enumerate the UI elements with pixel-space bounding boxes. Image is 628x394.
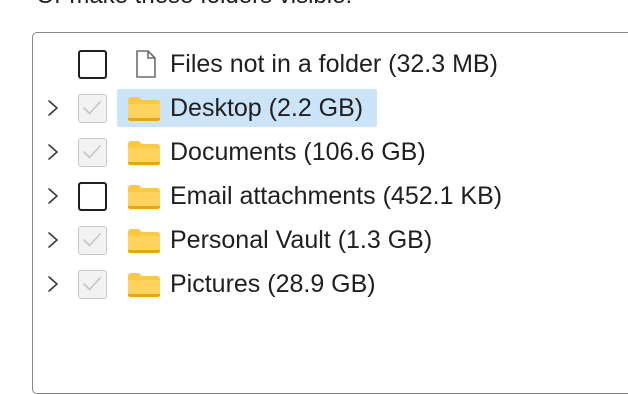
folder-icon bbox=[128, 97, 160, 121]
chevron-right-icon[interactable] bbox=[45, 230, 61, 250]
tree-item-desktop[interactable]: Desktop (2.2 GB) bbox=[33, 88, 628, 128]
folder-icon bbox=[128, 141, 160, 165]
tree-item-personal-vault[interactable]: Personal Vault (1.3 GB) bbox=[33, 220, 628, 260]
checkbox-documents[interactable] bbox=[78, 138, 107, 167]
checkbox-files-not-in-folder[interactable] bbox=[78, 50, 107, 79]
tree-item-label-box: Personal Vault (1.3 GB) bbox=[117, 221, 446, 259]
tree-item-files-not-in-folder[interactable]: Files not in a folder (32.3 MB) bbox=[33, 44, 628, 84]
section-header-text: Or make these folders visible: bbox=[36, 0, 352, 10]
tree-item-label: Pictures (28.9 GB) bbox=[170, 269, 376, 298]
tree-item-label: Email attachments (452.1 KB) bbox=[170, 181, 503, 210]
folder-icon bbox=[128, 185, 160, 209]
checkmark-icon bbox=[83, 101, 101, 115]
tree-item-label-box: Email attachments (452.1 KB) bbox=[117, 177, 516, 215]
tree-item-label-box: Documents (106.6 GB) bbox=[117, 133, 440, 171]
checkbox-desktop[interactable] bbox=[78, 94, 107, 123]
folder-tree[interactable]: Files not in a folder (32.3 MB) Desktop … bbox=[32, 32, 628, 394]
checkmark-icon bbox=[83, 233, 101, 247]
chevron-right-icon[interactable] bbox=[45, 186, 61, 206]
checkmark-icon bbox=[83, 145, 101, 159]
checkbox-pictures[interactable] bbox=[78, 270, 107, 299]
tree-item-label: Personal Vault (1.3 GB) bbox=[170, 225, 433, 254]
chevron-right-icon[interactable] bbox=[45, 142, 61, 162]
tree-item-label: Desktop (2.2 GB) bbox=[170, 93, 364, 122]
tree-item-email-attachments[interactable]: Email attachments (452.1 KB) bbox=[33, 176, 628, 216]
checkmark-icon bbox=[83, 277, 101, 291]
tree-item-documents[interactable]: Documents (106.6 GB) bbox=[33, 132, 628, 172]
folder-icon bbox=[128, 229, 160, 253]
tree-item-label: Files not in a folder (32.3 MB) bbox=[170, 49, 498, 78]
chevron-right-icon[interactable] bbox=[45, 98, 61, 118]
tree-item-label: Documents (106.6 GB) bbox=[170, 137, 426, 166]
checkbox-email-attachments[interactable] bbox=[78, 182, 107, 211]
tree-item-pictures[interactable]: Pictures (28.9 GB) bbox=[33, 264, 628, 304]
tree-item-label-box: Files not in a folder (32.3 MB) bbox=[117, 45, 512, 83]
folder-icon bbox=[128, 273, 160, 297]
checkbox-personal-vault[interactable] bbox=[78, 226, 107, 255]
chevron-right-icon[interactable] bbox=[45, 274, 61, 294]
